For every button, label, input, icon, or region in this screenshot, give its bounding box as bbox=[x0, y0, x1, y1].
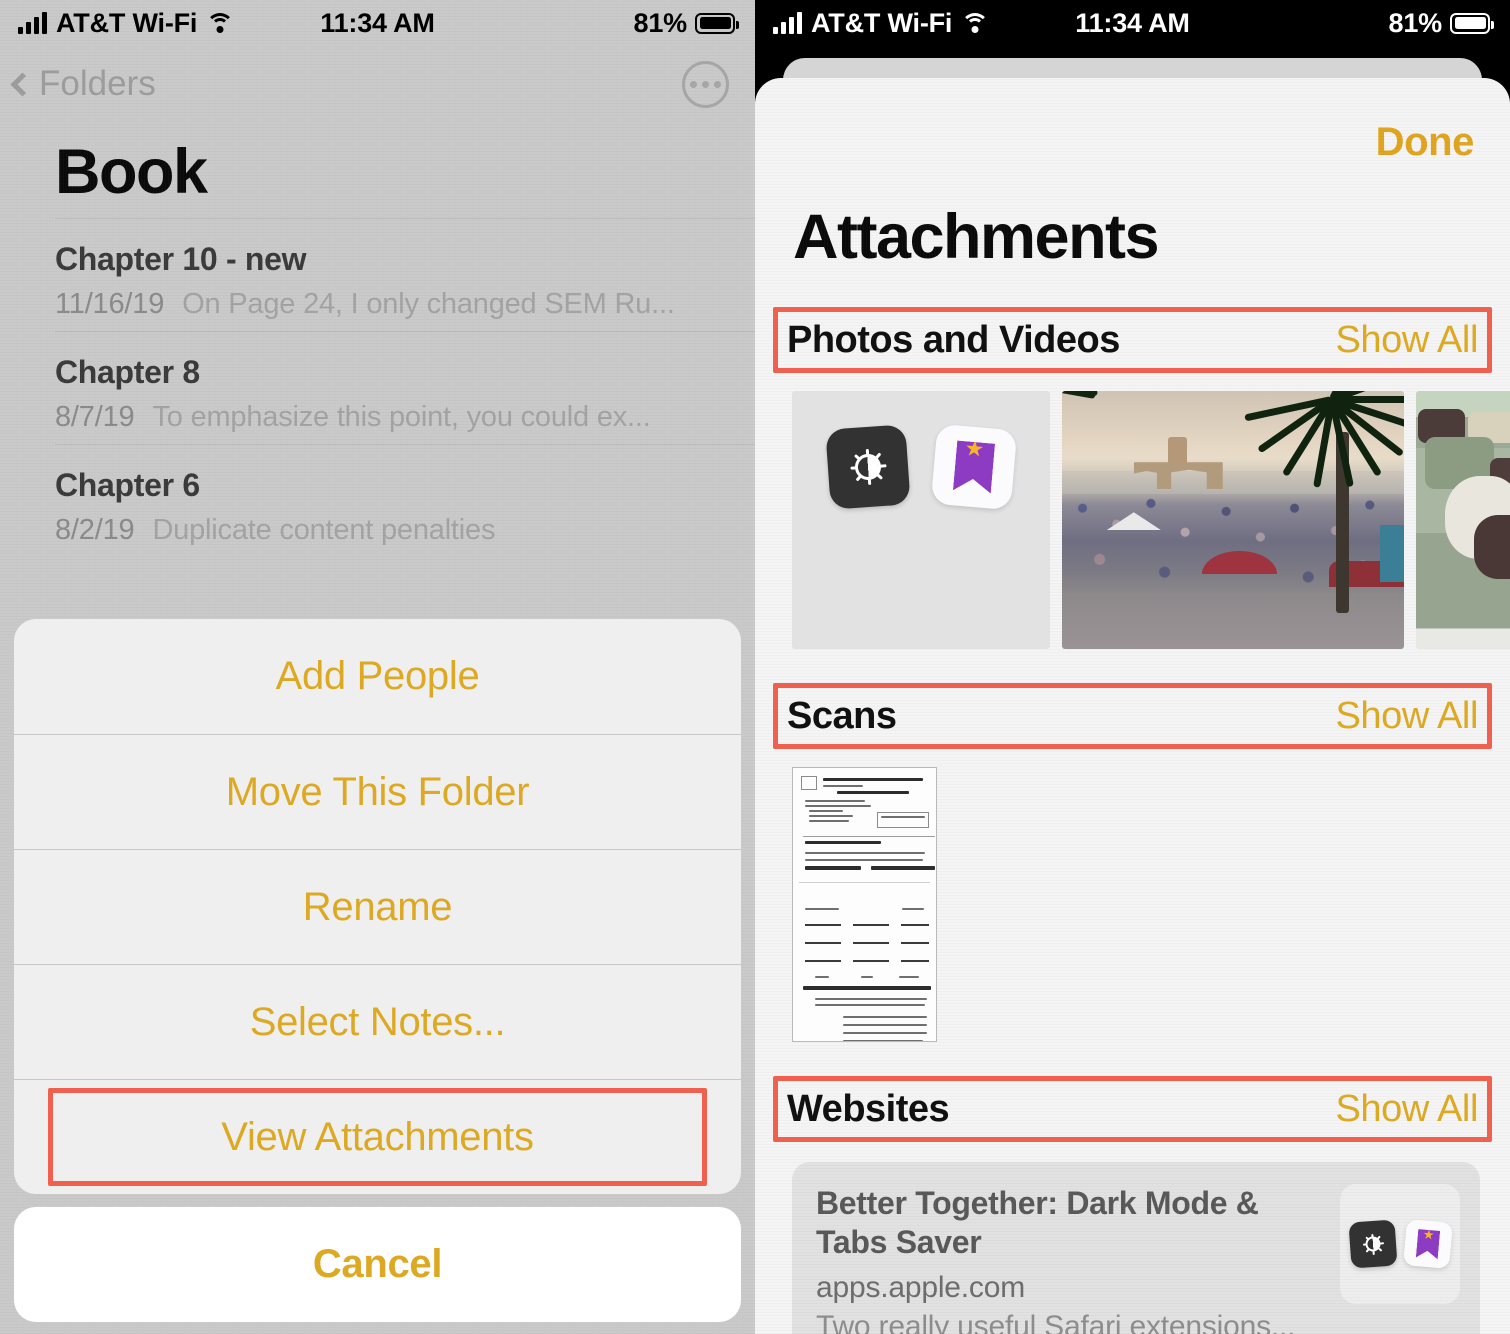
page-title: Book bbox=[55, 137, 208, 207]
action-add-people[interactable]: Add People bbox=[14, 619, 741, 734]
navigation-bar: Folders bbox=[0, 46, 755, 122]
battery-icon bbox=[1450, 12, 1494, 34]
done-button[interactable]: Done bbox=[1376, 120, 1475, 165]
list-item[interactable]: Chapter 6 8/2/19 Duplicate content penal… bbox=[55, 444, 755, 557]
photos-thumbnail-row bbox=[755, 373, 1510, 649]
notes-list: Chapter 10 - new 11/16/19 On Page 24, I … bbox=[0, 218, 755, 557]
website-url: apps.apple.com bbox=[816, 1271, 1026, 1305]
app-icons-thumbnail[interactable] bbox=[792, 391, 1050, 649]
beach-crowd-photo bbox=[1062, 391, 1404, 649]
battery-percent-label: 81% bbox=[633, 7, 688, 38]
carrier-label: AT&T Wi-Fi bbox=[811, 7, 953, 38]
beach-crowd-photo-thumbnail[interactable] bbox=[1062, 391, 1404, 649]
note-snippet: Duplicate content penalties bbox=[152, 514, 496, 546]
scan-upper-half bbox=[799, 774, 935, 884]
clock-label: 11:34 AM bbox=[320, 7, 435, 38]
dark-mode-sun-icon bbox=[1347, 1219, 1398, 1269]
note-date: 11/16/19 bbox=[55, 288, 165, 320]
status-bar-right-group: 81% bbox=[468, 8, 755, 39]
website-attachment-card[interactable]: Better Together: Dark Mode & Tabs Saver … bbox=[792, 1162, 1480, 1334]
website-card-text: Better Together: Dark Mode & Tabs Saver … bbox=[816, 1184, 1336, 1334]
right-screen-attachments: AT&T Wi-Fi 11:34 AM 81% Done Attachments… bbox=[755, 0, 1510, 1334]
wifi-icon bbox=[961, 12, 990, 34]
section-label: Websites bbox=[787, 1087, 950, 1130]
cellular-signal-icon bbox=[18, 12, 47, 34]
section-label: Photos and Videos bbox=[787, 318, 1120, 361]
section-label: Scans bbox=[787, 694, 897, 737]
left-screen-notes-folder: AT&T Wi-Fi 11:34 AM 81% Folders Book Cha… bbox=[0, 0, 755, 1334]
status-bar-right: AT&T Wi-Fi 11:34 AM 81% bbox=[755, 0, 1510, 46]
website-title: Better Together: Dark Mode & Tabs Saver bbox=[816, 1185, 1259, 1261]
note-date: 8/2/19 bbox=[55, 514, 135, 546]
back-button-label: Folders bbox=[39, 64, 156, 103]
action-view-attachments-label: View Attachments bbox=[221, 1114, 534, 1159]
ups-receipt-scan-thumbnail[interactable] bbox=[792, 767, 937, 1042]
status-bar-left: AT&T Wi-Fi 11:34 AM 81% bbox=[0, 0, 755, 46]
action-sheet: Add People Move This Folder Rename Selec… bbox=[14, 619, 741, 1322]
action-move-this-folder[interactable]: Move This Folder bbox=[14, 734, 741, 849]
list-item[interactable]: Chapter 10 - new 11/16/19 On Page 24, I … bbox=[55, 218, 755, 331]
clock-label: 11:34 AM bbox=[1075, 7, 1190, 38]
wifi-icon bbox=[206, 12, 235, 34]
action-sheet-group: Add People Move This Folder Rename Selec… bbox=[14, 619, 741, 1194]
back-button-folders[interactable]: Folders bbox=[10, 64, 156, 104]
note-subtitle: 8/2/19 Duplicate content penalties bbox=[55, 514, 755, 547]
section-header-websites: Websites Show All bbox=[773, 1076, 1492, 1142]
attachments-modal-sheet: Done Attachments Photos and Videos Show … bbox=[755, 78, 1510, 1334]
section-header-photos-and-videos: Photos and Videos Show All bbox=[773, 307, 1492, 373]
note-title: Chapter 8 bbox=[55, 354, 200, 390]
action-select-notes[interactable]: Select Notes... bbox=[14, 964, 741, 1079]
action-rename[interactable]: Rename bbox=[14, 849, 741, 964]
status-bar-right-group: 81% bbox=[1223, 8, 1510, 39]
sleeping-dog-photo bbox=[1416, 391, 1510, 649]
bookmark-star-icon bbox=[1402, 1219, 1453, 1269]
list-item[interactable]: Chapter 8 8/7/19 To emphasize this point… bbox=[55, 331, 755, 444]
note-subtitle: 11/16/19 On Page 24, I only changed SEM … bbox=[55, 288, 755, 321]
note-title: Chapter 10 - new bbox=[55, 241, 307, 277]
carrier-label: AT&T Wi-Fi bbox=[56, 7, 198, 38]
cellular-signal-icon bbox=[773, 12, 802, 34]
action-view-attachments[interactable]: View Attachments bbox=[14, 1079, 741, 1194]
battery-icon bbox=[695, 12, 739, 34]
dark-mode-sun-icon bbox=[825, 424, 911, 510]
note-title: Chapter 6 bbox=[55, 467, 200, 503]
bookmark-star-icon bbox=[930, 423, 1018, 511]
dual-screenshot-container: AT&T Wi-Fi 11:34 AM 81% Folders Book Cha… bbox=[0, 0, 1510, 1334]
battery-percent-label: 81% bbox=[1388, 7, 1443, 38]
scan-lower-half bbox=[799, 894, 931, 1041]
chevron-left-icon bbox=[10, 71, 35, 97]
sheet-title: Attachments bbox=[793, 202, 1160, 272]
note-subtitle: 8/7/19 To emphasize this point, you coul… bbox=[55, 401, 755, 434]
show-all-scans-button[interactable]: Show All bbox=[1335, 695, 1478, 738]
note-snippet: On Page 24, I only changed SEM Ru... bbox=[182, 288, 675, 320]
cancel-button[interactable]: Cancel bbox=[14, 1207, 741, 1322]
sleeping-dog-photo-thumbnail[interactable] bbox=[1416, 391, 1510, 649]
show-all-websites-button[interactable]: Show All bbox=[1335, 1088, 1478, 1131]
section-header-scans: Scans Show All bbox=[773, 683, 1492, 749]
show-all-photos-button[interactable]: Show All bbox=[1335, 319, 1478, 362]
website-thumbnail bbox=[1340, 1184, 1460, 1304]
website-description: Two really useful Safari extensions... bbox=[816, 1310, 1296, 1334]
note-date: 8/7/19 bbox=[55, 401, 135, 433]
status-bar-left-group: AT&T Wi-Fi bbox=[755, 8, 1042, 39]
status-bar-left-group: AT&T Wi-Fi bbox=[0, 8, 287, 39]
scans-thumbnail-row bbox=[755, 749, 1510, 1042]
note-snippet: To emphasize this point, you could ex... bbox=[152, 401, 651, 433]
sheet-toolbar: Done bbox=[755, 78, 1510, 165]
more-options-icon[interactable] bbox=[682, 60, 729, 108]
